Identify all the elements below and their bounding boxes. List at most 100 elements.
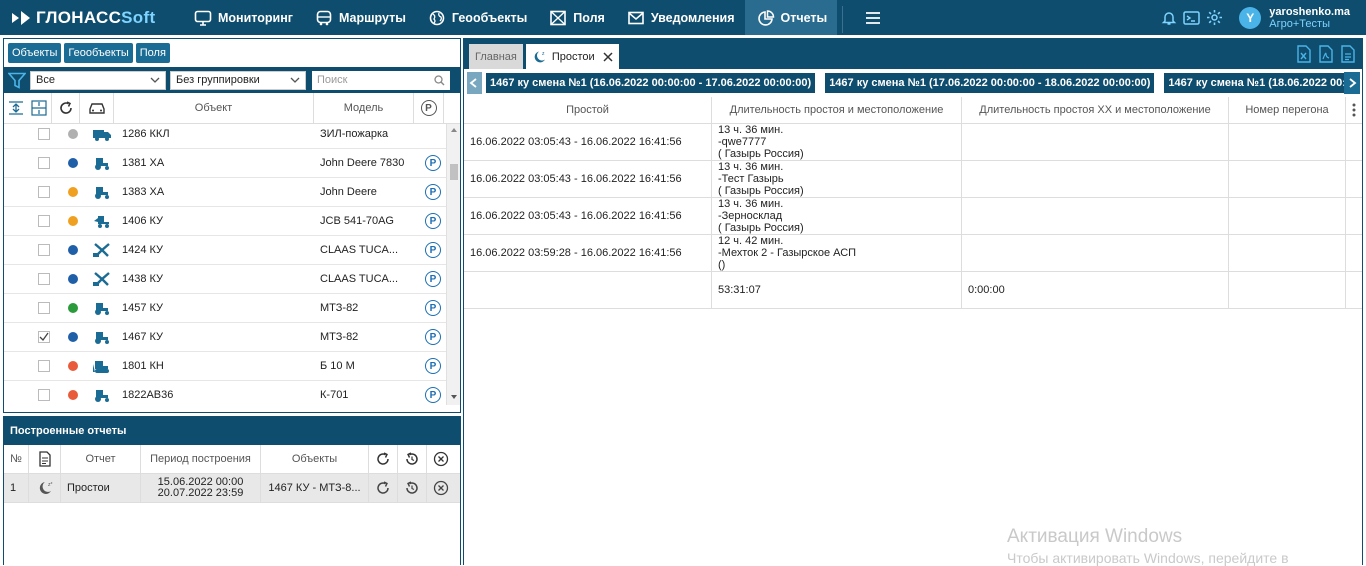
object-row[interactable]: 1457 КУ МТЗ-82 P [4,294,460,323]
object-checkbox-cell[interactable] [28,389,60,401]
tab-geoobjects[interactable]: Геообъекты [64,43,133,63]
object-checkbox-cell[interactable] [28,157,60,169]
reload-all-cell[interactable] [398,444,427,474]
scroll-down-icon[interactable] [447,392,460,402]
col-idle[interactable]: Простой [464,97,712,123]
delete-all-cell[interactable] [427,445,454,474]
object-checkbox-cell[interactable] [28,331,60,343]
parking-icon[interactable]: P [425,329,441,345]
object-checkbox[interactable] [38,302,50,314]
object-row[interactable]: 1438 КУ CLAAS TUCA... P [4,265,460,294]
object-row[interactable]: 1801 КН Б 10 М P [4,352,460,381]
nav-geoobjects[interactable]: Геообъекты [416,0,537,35]
shift-chip[interactable]: 1467 ку смена №1 (16.06.2022 00:00:00 - … [485,73,816,93]
built-report-row[interactable]: 1 zz Простои 15.06.2022 00:00 20.07.2022… [4,473,460,503]
menu-button[interactable] [853,0,893,35]
col-object[interactable]: Объект [114,92,314,124]
expand-all-icon[interactable] [8,100,24,116]
object-checkbox[interactable] [38,273,50,285]
nav-notifications[interactable]: Уведомления [615,0,745,35]
object-search-input[interactable]: Поиск [312,70,450,90]
parking-icon[interactable]: P [425,271,441,287]
shift-next-button[interactable] [1344,72,1360,94]
object-checkbox-cell[interactable] [28,215,60,227]
excel-export-icon[interactable] [1296,45,1312,63]
report-row[interactable]: 16.06.2022 03:05:43 - 16.06.2022 16:41:5… [464,124,1362,161]
avatar[interactable]: Y [1239,6,1262,29]
refresh-all-cell[interactable] [369,444,398,474]
close-icon[interactable] [603,51,613,62]
column-menu-button[interactable] [1346,97,1362,123]
scroll-up-icon[interactable] [447,125,460,135]
report-refresh-button[interactable] [369,473,398,503]
parking-icon[interactable]: P [425,155,441,171]
object-checkbox[interactable] [38,186,50,198]
object-checkbox-cell[interactable] [28,273,60,285]
tab-idle[interactable]: z Простои [525,44,619,69]
close-circle-icon [433,480,448,496]
nav-fields[interactable]: Поля [537,0,615,35]
object-row[interactable]: 1381 ХА John Deere 7830 P [4,149,460,178]
objects-scrollbar[interactable] [446,124,460,405]
nav-monitoring[interactable]: Мониторинг [182,0,303,35]
col-parking[interactable]: P [414,92,444,124]
arrow-left-icon [470,78,478,88]
scroll-thumb[interactable] [450,164,458,180]
col-idle-duration[interactable]: Длительность простоя и местоположение [712,97,962,123]
object-row[interactable]: 1467 КУ МТЗ-82 P [4,323,460,352]
shift-chip[interactable]: 1467 ку смена №1 (17.06.2022 00:00:00 - … [825,73,1155,93]
report-row[interactable]: 16.06.2022 03:59:28 - 16.06.2022 16:41:5… [464,235,1362,272]
object-checkbox[interactable] [38,389,50,401]
object-checkbox[interactable] [38,360,50,372]
status-filter-select[interactable]: Все [30,70,166,90]
parking-icon[interactable]: P [425,213,441,229]
object-row[interactable]: 1822АВ36 К-701 P [4,381,460,405]
app-logo[interactable]: ГЛОНАССSoft [0,0,182,35]
object-name: 1457 КУ [122,302,164,314]
report-row[interactable]: 16.06.2022 03:05:43 - 16.06.2022 16:41:5… [464,161,1362,198]
nav-routes[interactable]: Маршруты [303,0,416,35]
object-checkbox[interactable] [38,331,50,343]
search-icon[interactable] [434,74,445,86]
object-row[interactable]: 1424 КУ CLAAS TUCA... P [4,236,460,265]
collapse-all-icon[interactable] [31,100,47,116]
object-checkbox-cell[interactable] [28,186,60,198]
col-model[interactable]: Модель [314,92,414,124]
object-checkbox-cell[interactable] [28,360,60,372]
object-row[interactable]: 1406 КУ JCB 541-70AG P [4,207,460,236]
report-delete-button[interactable] [427,474,454,503]
col-idle-xx-duration[interactable]: Длительность простоя XX и местоположение [962,97,1229,123]
shift-prev-button[interactable] [467,72,482,94]
report-rebuild-button[interactable] [398,473,427,503]
parking-icon[interactable]: P [425,358,441,374]
object-checkbox[interactable] [38,128,50,140]
parking-icon[interactable]: P [425,184,441,200]
document-export-icon[interactable] [1340,45,1356,63]
filter-icon[interactable] [8,72,26,89]
object-checkbox[interactable] [38,244,50,256]
object-checkbox-cell[interactable] [28,302,60,314]
parking-icon[interactable]: P [425,300,441,316]
bell-icon[interactable] [1161,10,1177,26]
object-row[interactable]: 1383 ХА John Deere P [4,178,460,207]
shift-chip[interactable]: 1467 ку смена №1 (18.06.2022 00:00:00 - … [1164,73,1352,93]
object-checkbox[interactable] [38,157,50,169]
object-checkbox[interactable] [38,215,50,227]
nav-reports[interactable]: Отчеты [744,0,838,35]
parking-icon[interactable]: P [425,387,441,403]
gear-icon[interactable] [1206,9,1223,26]
object-checkbox-cell[interactable] [28,128,60,140]
object-row[interactable]: 1286 ККЛ ЗИЛ-пожарка [4,124,460,149]
report-row[interactable]: 16.06.2022 03:05:43 - 16.06.2022 16:41:5… [464,198,1362,235]
object-checkbox-cell[interactable] [28,244,60,256]
console-icon[interactable] [1183,10,1201,26]
user-info[interactable]: yaroshenko.ma Агро+Тесты [1269,6,1366,30]
tab-objects[interactable]: Объекты [8,43,62,63]
col-run-number[interactable]: Номер перегона [1229,97,1346,123]
refresh-header-cell[interactable] [52,92,80,124]
parking-icon[interactable]: P [425,242,441,258]
tab-fields[interactable]: Поля [135,43,170,63]
grouping-select[interactable]: Без группировки [170,70,306,90]
tab-main[interactable]: Главная [469,44,523,69]
pdf-export-icon[interactable] [1318,45,1334,63]
